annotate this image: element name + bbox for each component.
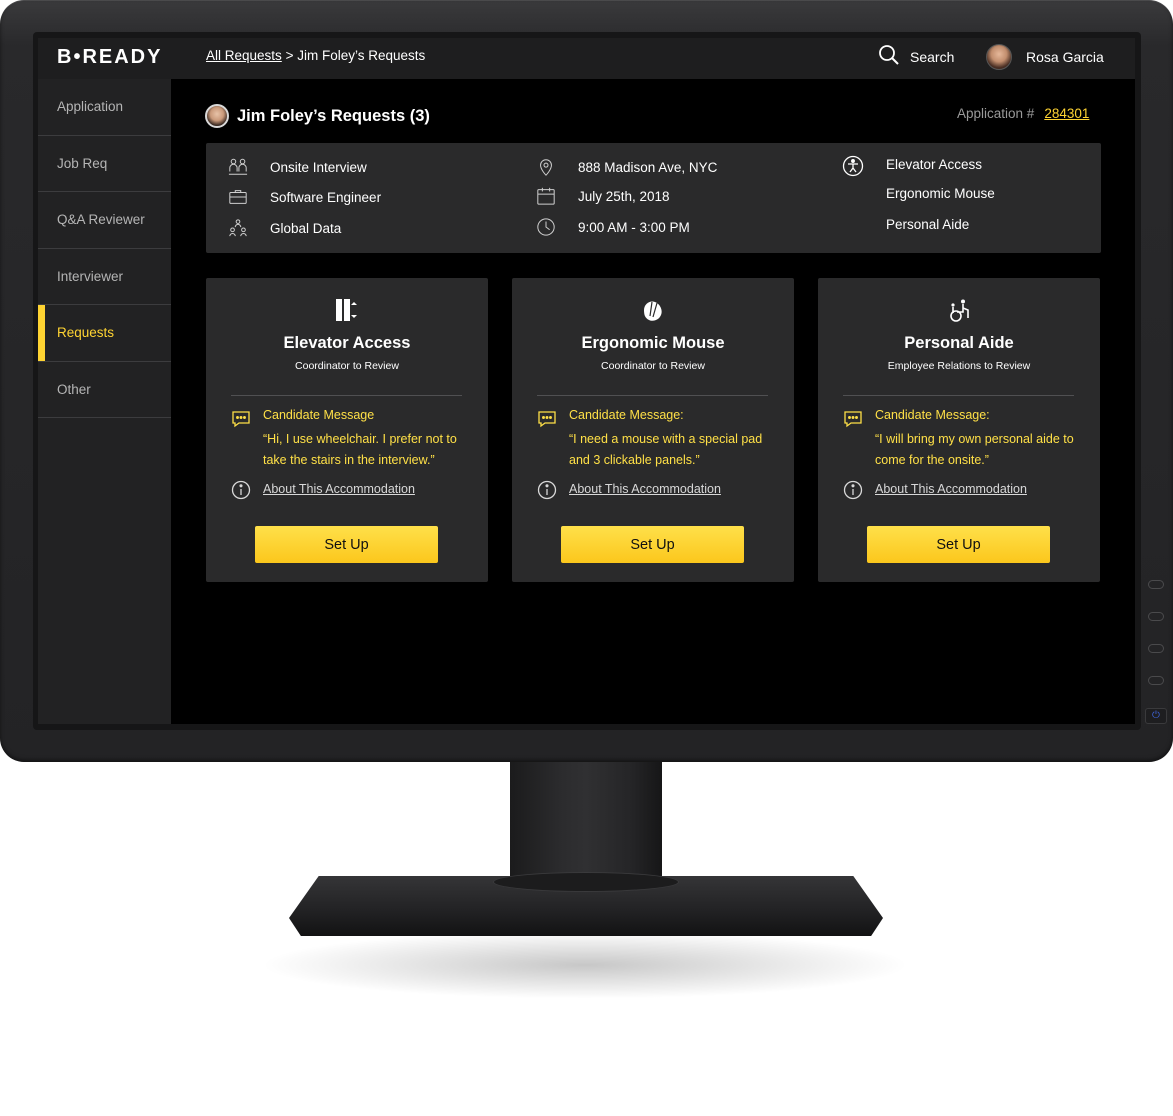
card-subtitle: Coordinator to Review [601,360,705,372]
accommodation-card: Elevator Access Coordinator to Review Ca… [206,278,488,582]
summary-role-text: Software Engineer [270,189,382,205]
chat-bubble-icon [231,409,251,434]
chat-bubble-icon [537,409,557,434]
application-number: Application # 284301 [957,106,1089,121]
summary-date: July 25th, 2018 [536,186,670,206]
breadcrumb-all-requests-link[interactable]: All Requests [206,48,282,63]
briefcase-icon [228,187,248,207]
monitor-stand-collar [493,872,679,892]
application-number-link[interactable]: 284301 [1044,106,1089,121]
summary-team: Global Data [228,218,341,238]
candidate-message-text: “I need a mouse with a special pad and 3… [569,432,763,467]
about-accommodation-link[interactable]: About This Accommodation [569,482,721,496]
breadcrumb-current: Jim Foley’s Requests [297,48,426,63]
search-icon [878,44,900,71]
mouse-icon [512,298,794,324]
accessibility-icon [842,155,864,182]
summary-date-text: July 25th, 2018 [578,188,670,204]
card-title: Elevator Access [283,334,411,352]
interview-people-icon [228,157,248,177]
monitor-side-button[interactable] [1148,612,1164,621]
info-icon [843,480,863,505]
set-up-button[interactable]: Set Up [561,526,744,563]
sidebar-item-other[interactable]: Other [38,362,171,418]
wheelchair-aide-icon [818,298,1100,324]
candidate-message-text: “I will bring my own personal aide to co… [875,432,1074,467]
search-label: Search [910,49,955,65]
card-title: Personal Aide [904,334,1014,352]
card-subtitle: Coordinator to Review [295,360,399,372]
card-subtitle: Employee Relations to Review [887,360,1031,372]
card-title: Ergonomic Mouse [581,334,725,352]
power-button-icon[interactable]: ⏻ [1145,708,1167,724]
accommodation-card: Personal Aide Employee Relations to Revi… [818,278,1100,582]
user-menu[interactable]: Rosa Garcia [986,42,1104,72]
app-screen: B•READY All Requests > Jim Foley’s Reque… [38,38,1135,724]
clock-icon [536,217,556,237]
page-title: Jim Foley’s Requests (3) [237,106,430,125]
card-divider [231,395,462,396]
summary-accommodation-item: Ergonomic Mouse [886,186,995,201]
summary-time: 9:00 AM - 3:00 PM [536,217,690,237]
breadcrumb-separator: > [285,48,294,63]
candidate-message-label: Candidate Message: [875,408,990,422]
summary-time-text: 9:00 AM - 3:00 PM [578,219,690,235]
sidebar-item-label: Interviewer [57,268,124,284]
summary-accommodation-item: Personal Aide [886,217,970,232]
application-number-label: Application # [957,106,1035,121]
calendar-icon [536,186,556,206]
info-icon [537,480,557,505]
location-pin-icon [536,157,556,177]
monitor-side-button[interactable] [1148,676,1164,685]
candidate-message-label: Candidate Message [263,408,375,422]
sidebar-item-label: Job Req [57,155,108,171]
summary-team-text: Global Data [270,220,342,236]
top-bar: B•READY All Requests > Jim Foley’s Reque… [38,38,1135,79]
monitor-base-shadow [250,930,920,1000]
summary-event-text: Onsite Interview [270,159,367,175]
user-name: Rosa Garcia [1026,49,1104,65]
sidebar-item-label: Q&A Reviewer [57,212,145,228]
accommodation-card: Ergonomic Mouse Coordinator to Review Ca… [512,278,794,582]
request-summary-panel: Onsite Interview Software Engineer Globa… [206,143,1101,253]
summary-event: Onsite Interview [228,157,367,177]
sidebar-item-requests[interactable]: Requests [38,305,171,362]
info-icon [231,480,251,505]
card-divider [537,395,768,396]
sidebar: Application Job Req Q&A Reviewer Intervi… [38,79,171,724]
team-icon [228,218,248,238]
set-up-button[interactable]: Set Up [255,526,438,563]
candidate-message-label: Candidate Message: [569,408,684,422]
sidebar-item-label: Application [57,99,124,115]
about-accommodation-link[interactable]: About This Accommodation [263,482,415,496]
candidate-message-text: “Hi, I use wheelchair. I prefer not to t… [263,432,457,467]
sidebar-item-application[interactable]: Application [38,79,171,136]
summary-location-text: 888 Madison Ave, NYC [578,159,718,175]
summary-role: Software Engineer [228,187,381,207]
sidebar-item-qa-reviewer[interactable]: Q&A Reviewer [38,192,171,249]
sidebar-item-label: Requests [57,325,115,341]
chat-bubble-icon [843,409,863,434]
sidebar-item-job-req[interactable]: Job Req [38,136,171,192]
about-accommodation-link[interactable]: About This Accommodation [875,482,1027,496]
monitor-side-button[interactable] [1148,644,1164,653]
candidate-avatar [205,104,229,128]
breadcrumb: All Requests > Jim Foley’s Requests [206,48,425,63]
summary-accommodation-item: Elevator Access [886,157,983,172]
monitor-stand-neck [510,762,662,884]
card-divider [843,395,1074,396]
search-button[interactable]: Search [878,44,954,70]
summary-location: 888 Madison Ave, NYC [536,157,717,177]
monitor-side-button[interactable] [1148,580,1164,589]
sidebar-item-label: Other [57,381,91,397]
elevator-icon [206,298,488,324]
set-up-button[interactable]: Set Up [867,526,1050,563]
sidebar-item-interviewer[interactable]: Interviewer [38,249,171,305]
page-header: Jim Foley’s Requests (3) [205,104,430,128]
avatar [986,44,1012,70]
brand-logo[interactable]: B•READY [57,46,162,69]
